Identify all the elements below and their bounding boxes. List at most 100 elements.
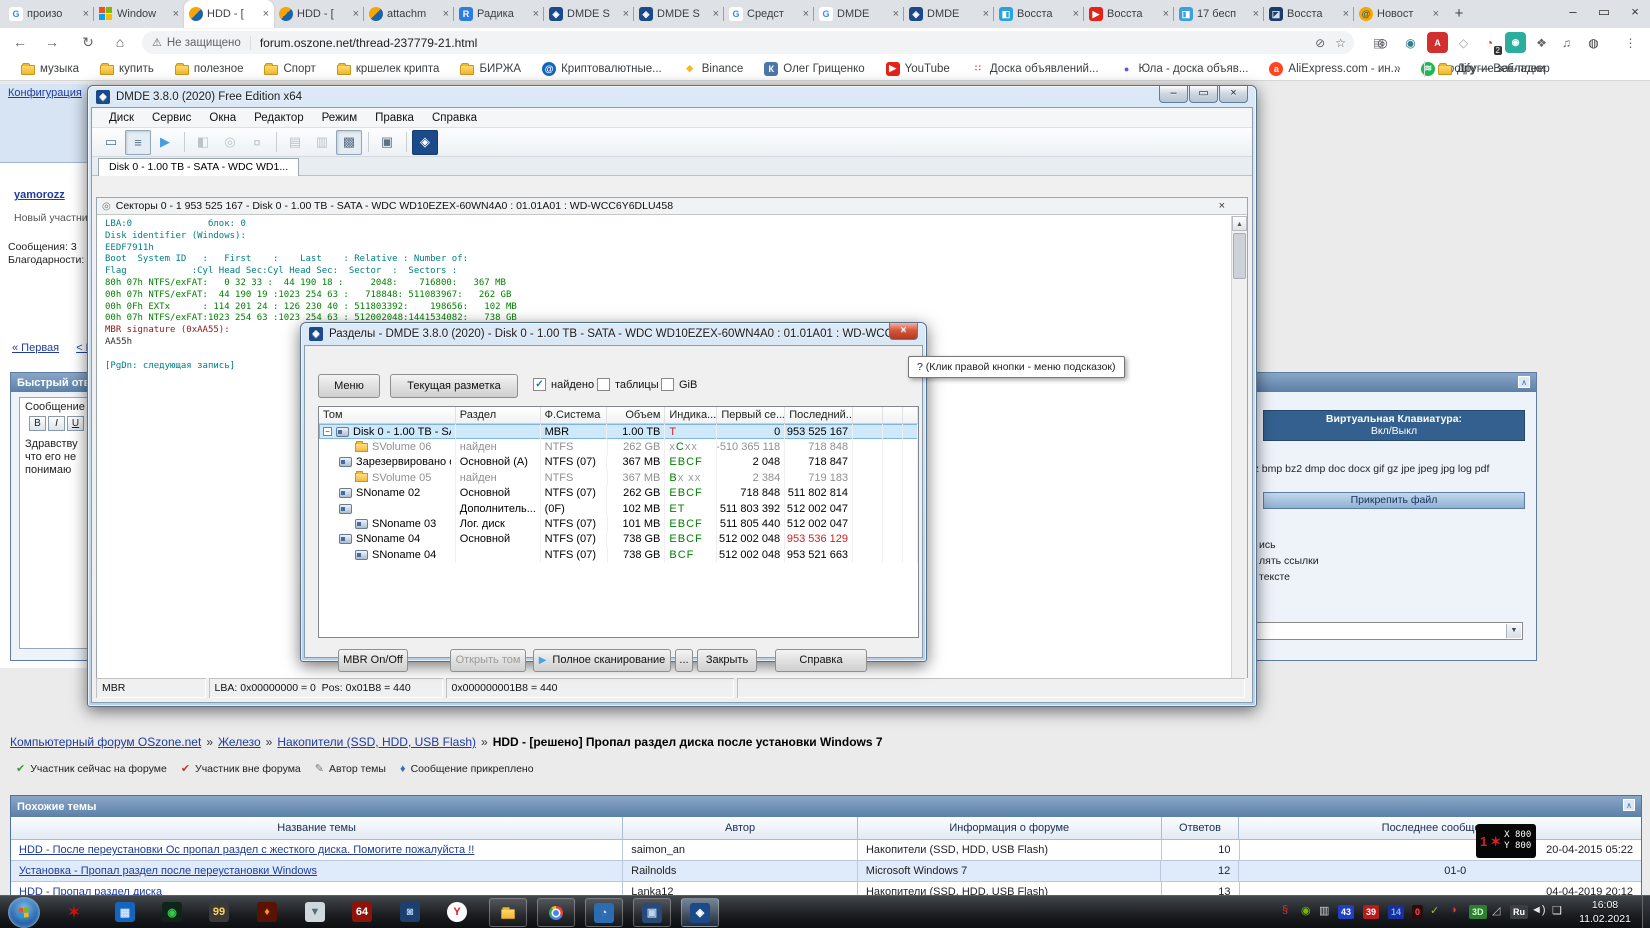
tab-close-icon[interactable]: × <box>623 8 629 20</box>
tab-close-icon[interactable]: × <box>1253 8 1259 20</box>
tab-close-icon[interactable]: × <box>263 8 269 20</box>
aida64-app-icon[interactable]: 64 <box>349 899 375 925</box>
partition-row[interactable]: SVolume 06 найден NTFS 262 GB x C xx -510 365… <box>319 439 918 455</box>
browser-tab[interactable]: HDD - [× <box>274 0 364 28</box>
browser-tab[interactable]: ◈ DMDE × <box>903 0 994 28</box>
select-disk-button[interactable]: ▭ <box>98 130 124 155</box>
browser-tab[interactable]: ◪ Восста × <box>1263 0 1354 28</box>
address-bar[interactable]: ⚠ Не защищено forum.oszone.net/thread-23… <box>142 31 1354 54</box>
tab-close-icon[interactable]: × <box>443 8 449 20</box>
bookmark-item[interactable]: ● Юла - доска объяв... <box>1120 62 1249 76</box>
checkbox-gib[interactable]: GiB <box>661 378 697 391</box>
checkbox-box[interactable] <box>661 378 674 391</box>
dmde-logo-button[interactable]: ◈ <box>412 129 438 155</box>
breadcrumb-link[interactable]: Накопители (SSD, HDD, USB Flash) <box>277 735 476 749</box>
flame-app-icon[interactable]: ♦ <box>254 899 280 925</box>
show-desktop-button[interactable] <box>1642 896 1650 928</box>
scrollbar-thumb[interactable] <box>1233 233 1246 279</box>
tab-close-icon[interactable]: × <box>803 8 809 20</box>
partition-row[interactable]: SNoname 04 Основной NTFS (07) 738 GB EBCF 512… <box>319 531 918 548</box>
browser-tab[interactable]: G Средст × <box>723 0 814 28</box>
panel-close-icon[interactable]: × <box>1219 200 1225 212</box>
partitions-button[interactable]: ≡ <box>125 129 151 155</box>
partition-row[interactable]: Зарезервировано сист... Основной (A)NTFS … <box>319 454 918 471</box>
topic-title-link[interactable]: Установка - Пропал раздел после переуста… <box>19 865 317 877</box>
collapse-panel-icon[interactable]: ∧ <box>1623 799 1635 811</box>
tab-close-icon[interactable]: × <box>983 8 989 20</box>
settings-app-icon[interactable]: ◔ <box>585 898 623 927</box>
tab-close-icon[interactable]: × <box>173 8 179 20</box>
browser-tab[interactable]: Window × <box>93 0 184 28</box>
temp-badge-43[interactable]: 43 <box>1338 905 1355 919</box>
format-u-button[interactable]: U <box>67 416 84 431</box>
dmde-minimize-button[interactable]: – <box>1159 86 1188 103</box>
menu-окна[interactable]: Окна <box>200 110 245 126</box>
dmde-app-icon[interactable]: ◈ <box>681 898 719 927</box>
tab-close-icon[interactable]: × <box>893 8 899 20</box>
help-button[interactable]: Справка <box>775 649 867 672</box>
bookmark-item[interactable]: музыка <box>21 62 79 75</box>
hex-view-button[interactable]: ▩ <box>336 129 362 155</box>
editor-text[interactable]: Здравству что его не понимаю <box>25 438 78 477</box>
dmde-maximize-button[interactable]: ▭ <box>1189 86 1218 103</box>
temp-badge-14[interactable]: 14 <box>1388 905 1405 919</box>
bookmark-item[interactable]: полезное <box>174 62 243 75</box>
volume-tray-icon[interactable]: ◄) <box>1531 904 1546 916</box>
bookmark-item[interactable]: БИРЖА <box>460 62 521 75</box>
home-icon[interactable]: ⌂ <box>108 31 132 55</box>
username-link[interactable]: yamorozz <box>14 189 65 201</box>
browser-tab[interactable]: Gпроизо × <box>4 0 94 28</box>
menu-режим[interactable]: Режим <box>313 110 366 126</box>
checkbox-box[interactable]: ✓ <box>533 378 546 391</box>
security-label[interactable]: Не защищено <box>167 37 241 49</box>
partitions-dialog[interactable]: ◈ Разделы - DMDE 3.8.0 (2020) - Disk 0 -… <box>300 322 927 672</box>
pager-first-link[interactable]: « Первая <box>12 342 59 354</box>
tab-close-icon[interactable]: × <box>83 8 89 20</box>
antivirus-tray-icon[interactable]: § <box>1282 904 1288 916</box>
monitor-tray-icon[interactable]: ▥ <box>1319 904 1329 917</box>
bookmark-item[interactable]: ◆ Binance <box>683 62 743 76</box>
media-player-app-icon[interactable]: ◉ <box>159 899 185 925</box>
partitions-title-bar[interactable]: ◈ Разделы - DMDE 3.8.0 (2020) - Disk 0 -… <box>301 323 926 344</box>
remote-desktop-app-icon[interactable]: ▣ <box>633 898 671 927</box>
ccleaner-extension-icon[interactable]: ◔ 2 <box>1479 32 1502 55</box>
virtual-keyboard-toggle[interactable]: Виртуальная Клавиатура: Вкл/Выкл <box>1263 410 1525 441</box>
reply-options-select[interactable]: ▼ <box>1239 622 1523 640</box>
browser-tab[interactable]: G DMDE × <box>813 0 904 28</box>
browser-tab[interactable]: R Радика × <box>453 0 544 28</box>
menu-правка[interactable]: Правка <box>366 110 423 126</box>
open-volume-button[interactable]: ▶ <box>152 130 178 155</box>
menu-button[interactable]: Меню <box>318 374 380 398</box>
tab-close-icon[interactable]: × <box>353 8 359 20</box>
dialog-close-button[interactable]: × <box>889 323 918 340</box>
menu-диск[interactable]: Диск <box>100 110 143 126</box>
phone-dialer-app-icon[interactable]: ▦ <box>112 899 138 925</box>
close-button[interactable]: Закрыть <box>697 649 757 672</box>
explorer-app-icon[interactable] <box>489 898 527 927</box>
temp-badge-0[interactable]: 0 <box>1412 905 1424 919</box>
more-button[interactable]: ... <box>675 649 693 672</box>
tab-close-icon[interactable]: × <box>1163 8 1169 20</box>
mbr-on-off-button[interactable]: MBR On/Off <box>338 649 408 672</box>
partition-row[interactable]: Дополнитель... (0F) 102 MB ET 511 803 392 512… <box>319 500 918 517</box>
forward-icon[interactable]: → <box>40 31 64 55</box>
window-maximize-button[interactable]: ▭ <box>1589 0 1619 26</box>
yandex-browser-app-icon[interactable]: Y <box>444 899 470 925</box>
partitions-table[interactable]: Том Раздел Ф.Система Объем Индика... Первый с… <box>318 406 919 638</box>
eye-off-icon[interactable]: ⊘ <box>1315 36 1325 50</box>
full-scan-button[interactable]: ▶ Полное сканирование <box>533 649 671 672</box>
nvidia-3d-tray-icon[interactable]: 3D <box>1469 905 1487 919</box>
configuration-link[interactable]: Конфигурация <box>8 87 82 99</box>
camera-extension-icon[interactable]: ◉ <box>1505 32 1526 53</box>
url-text[interactable]: forum.oszone.net/thread-237779-21.html <box>260 36 477 50</box>
windows-cascade-button[interactable]: ▣ <box>374 130 400 155</box>
tab-close-icon[interactable]: × <box>1343 8 1349 20</box>
collapse-panel-icon[interactable]: ∧ <box>1518 376 1530 388</box>
other-bookmarks-button[interactable]: Другие закладки <box>1438 57 1545 81</box>
scroll-up-icon[interactable]: ▲ <box>1232 216 1247 231</box>
dmde-title-bar[interactable]: ◈ DMDE 3.8.0 (2020) Free Edition x64 – ▭… <box>88 86 1256 107</box>
tab-close-icon[interactable]: × <box>713 8 719 20</box>
usb-safely-remove-icon[interactable]: ✓ <box>1430 904 1439 917</box>
network-tray-icon[interactable]: ❏ <box>1552 904 1562 917</box>
archive-app-icon[interactable]: ▼ <box>302 899 328 925</box>
